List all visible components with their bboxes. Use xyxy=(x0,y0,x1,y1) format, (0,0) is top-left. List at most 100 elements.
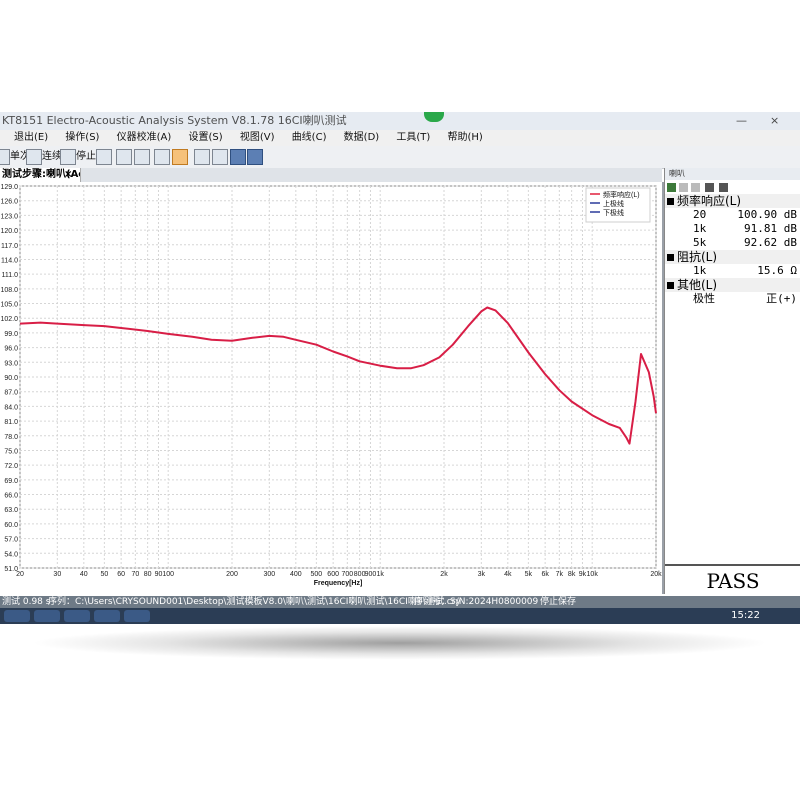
tool-icon[interactable] xyxy=(96,149,112,165)
y-tick-label: 102.0 xyxy=(0,316,18,323)
x-tick-label: 6k xyxy=(541,571,549,578)
x-tick-label: 40 xyxy=(80,571,88,578)
chart-icon[interactable] xyxy=(116,149,132,165)
menu-calibration[interactable]: 仪器校准(A) xyxy=(117,132,172,143)
section-impedance[interactable]: 阻抗(L) xyxy=(665,250,800,264)
status-state: 停止保存 xyxy=(540,597,577,607)
x-tick-label: 20k xyxy=(650,571,662,578)
y-tick-label: 54.0 xyxy=(4,551,18,558)
legend-entry: 上极线 xyxy=(603,199,624,208)
start-button-icon[interactable] xyxy=(4,610,30,622)
menu-bar: 退出(E) 操作(S) 仪器校准(A) 设置(S) 视图(V) 曲线(C) 数据… xyxy=(0,130,800,146)
x-tick-label: 200 xyxy=(226,571,238,578)
results-panel-title: 喇叭 xyxy=(665,168,800,180)
new-window-icon[interactable] xyxy=(194,149,210,165)
report-icon[interactable] xyxy=(134,149,150,165)
loop-icon[interactable] xyxy=(26,149,42,165)
y-tick-label: 84.0 xyxy=(4,404,18,411)
taskbar-app-icon[interactable] xyxy=(94,610,120,622)
menu-tools[interactable]: 工具(T) xyxy=(396,132,430,143)
result-value: 92.62 dB xyxy=(744,236,797,249)
plus-icon[interactable] xyxy=(705,183,714,192)
tab-close-icon[interactable]: × xyxy=(64,168,72,182)
y-tick-label: 66.0 xyxy=(4,493,18,500)
x-tick-label: 5k xyxy=(525,571,533,578)
taskbar-app-icon[interactable] xyxy=(64,610,90,622)
y-tick-label: 129.0 xyxy=(0,184,18,191)
result-key: 极性 xyxy=(693,292,715,305)
x-tick-label: 400 xyxy=(290,571,302,578)
legend-entry: 频率响应(L) xyxy=(603,190,640,199)
y-tick-label: 87.0 xyxy=(4,390,18,397)
tile-vertical-icon[interactable] xyxy=(247,149,263,165)
screenshot-stage: KT8151 Electro-Acoustic Analysis System … xyxy=(0,0,800,800)
y-tick-label: 72.0 xyxy=(4,463,18,470)
window-title: KT8151 Electro-Acoustic Analysis System … xyxy=(2,114,347,127)
open-folder-icon[interactable] xyxy=(154,149,170,165)
section-frequency-response[interactable]: 频率响应(L) xyxy=(665,194,800,208)
y-tick-label: 93.0 xyxy=(4,360,18,367)
section-title: 阻抗(L) xyxy=(677,250,718,264)
menu-settings[interactable]: 设置(S) xyxy=(189,132,223,143)
x-tick-label: 900 xyxy=(365,571,377,578)
x-tick-label: 20 xyxy=(16,571,24,578)
tile-horizontal-icon[interactable] xyxy=(230,149,246,165)
result-row: 极性 正(+) xyxy=(665,292,800,306)
x-tick-label: 9k xyxy=(579,571,587,578)
section-title: 频率响应(L) xyxy=(677,194,742,208)
results-panel-tools xyxy=(665,180,800,194)
tab-active-chart[interactable]: 测试步骤:喇叭(Active) × xyxy=(0,168,81,182)
y-tick-label: 96.0 xyxy=(4,346,18,353)
y-tick-label: 90.0 xyxy=(4,375,18,382)
result-key: 20 xyxy=(693,208,707,221)
y-tick-label: 105.0 xyxy=(0,302,18,309)
collapse-icon[interactable] xyxy=(691,183,700,192)
run-single-icon[interactable] xyxy=(0,149,10,165)
display-icon[interactable] xyxy=(212,149,228,165)
minimize-button[interactable]: — xyxy=(736,112,747,130)
taskbar-app-icon[interactable] xyxy=(34,610,60,622)
y-tick-label: 57.0 xyxy=(4,537,18,544)
results-panel: 喇叭 频率响应(L) 20 100.90 dB 1k 91.81 dB 5k 92.6… xyxy=(664,168,800,594)
legend-entry: 下极线 xyxy=(603,208,624,217)
y-tick-label: 78.0 xyxy=(4,434,18,441)
collapse-square-icon xyxy=(667,254,674,261)
status-elapsed: 测试 0.98 s xyxy=(2,597,51,607)
result-value: 100.90 dB xyxy=(737,208,797,221)
y-tick-label: 126.0 xyxy=(0,199,18,206)
result-value: 15.6 Ω xyxy=(757,264,797,277)
stop-icon[interactable] xyxy=(60,149,76,165)
menu-data[interactable]: 数据(D) xyxy=(344,132,380,143)
result-row: 1k 91.81 dB xyxy=(665,222,800,236)
chart-tab-bar: 测试步骤:喇叭(Active) × xyxy=(0,168,662,182)
app-status-indicator-icon xyxy=(424,112,444,122)
toolbar: 单次 连续 停止 xyxy=(0,146,800,169)
result-value: 正(+) xyxy=(766,292,797,305)
grid-icon[interactable] xyxy=(667,183,676,192)
x-tick-label: 8k xyxy=(568,571,576,578)
expand-icon[interactable] xyxy=(679,183,688,192)
continuous-run-button[interactable]: 连续 xyxy=(42,149,62,165)
y-tick-label: 114.0 xyxy=(1,257,18,264)
status-serial: 序列号：S/N:2024H0800009 xyxy=(414,597,539,607)
result-key: 1k xyxy=(693,222,707,235)
chart-pane: 51.0 54.0 57.0 60.0 63.0 66.0 69.0 72.0 75.0 78.0… xyxy=(0,182,664,594)
y-tick-label: 69.0 xyxy=(4,478,18,485)
menu-operate[interactable]: 操作(S) xyxy=(65,132,99,143)
close-window-button[interactable]: × xyxy=(770,112,779,130)
menu-curve[interactable]: 曲线(C) xyxy=(292,132,327,143)
menu-view[interactable]: 视图(V) xyxy=(240,132,275,143)
menu-exit[interactable]: 退出(E) xyxy=(14,132,48,143)
section-other[interactable]: 其他(L) xyxy=(665,278,800,292)
y-tick-label: 60.0 xyxy=(4,522,18,529)
x-tick-label: 4k xyxy=(504,571,512,578)
menu-help[interactable]: 帮助(H) xyxy=(447,132,482,143)
stop-button[interactable]: 停止 xyxy=(76,149,96,165)
save-icon[interactable] xyxy=(172,149,188,165)
taskbar-app-icon[interactable] xyxy=(124,610,150,622)
x-axis-label: Frequency[Hz] xyxy=(314,580,363,587)
minus-icon[interactable] xyxy=(719,183,728,192)
y-tick-label: 123.0 xyxy=(0,213,18,220)
y-tick-label: 120.0 xyxy=(0,228,18,235)
x-tick-label: 500 xyxy=(311,571,323,578)
